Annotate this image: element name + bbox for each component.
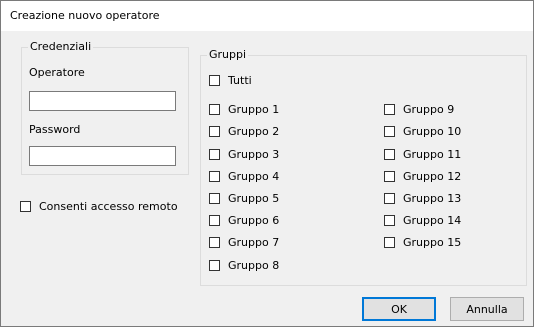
groups-legend: Gruppi: [207, 48, 249, 61]
checkbox-box[interactable]: [384, 215, 395, 226]
checkbox-label: Gruppo 11: [403, 148, 462, 161]
checkbox-label: Gruppo 10: [403, 125, 462, 138]
checkbox-box[interactable]: [384, 171, 395, 182]
cancel-button[interactable]: Annulla: [450, 297, 524, 321]
checkbox-tutti[interactable]: Tutti: [209, 74, 252, 87]
checkbox-gruppo-8[interactable]: Gruppo 8: [209, 259, 279, 272]
remote-access-label: Consenti accesso remoto: [39, 200, 178, 213]
checkbox-label: Gruppo 3: [228, 148, 280, 161]
password-input[interactable]: [29, 146, 176, 166]
checkbox-tutti-box[interactable]: [209, 75, 220, 86]
checkbox-label: Gruppo 9: [403, 103, 455, 116]
checkbox-label: Gruppo 8: [228, 259, 280, 272]
checkbox-box[interactable]: [384, 104, 395, 115]
checkbox-label: Gruppo 15: [403, 236, 462, 249]
checkbox-gruppo-2[interactable]: Gruppo 2: [209, 125, 279, 138]
checkbox-label: Gruppo 4: [228, 170, 280, 183]
checkbox-box[interactable]: [384, 193, 395, 204]
checkbox-gruppo-6[interactable]: Gruppo 6: [209, 214, 279, 227]
remote-access-checkbox[interactable]: Consenti accesso remoto: [20, 200, 178, 213]
password-label: Password: [29, 123, 81, 136]
operator-input[interactable]: [29, 91, 176, 111]
checkbox-box[interactable]: [209, 215, 220, 226]
operator-label: Operatore: [29, 66, 85, 79]
checkbox-label: Gruppo 6: [228, 214, 280, 227]
checkbox-gruppo-14[interactable]: Gruppo 14: [384, 214, 461, 227]
window-title: Creazione nuovo operatore: [10, 9, 160, 22]
credentials-group: Credenziali Operatore Password: [21, 40, 189, 175]
checkbox-gruppo-7[interactable]: Gruppo 7: [209, 236, 279, 249]
checkbox-gruppo-11[interactable]: Gruppo 11: [384, 148, 461, 161]
checkbox-box[interactable]: [209, 126, 220, 137]
credentials-legend: Credenziali: [28, 40, 94, 53]
checkbox-label: Gruppo 2: [228, 125, 280, 138]
checkbox-label: Gruppo 7: [228, 236, 280, 249]
checkbox-gruppo-10[interactable]: Gruppo 10: [384, 125, 461, 138]
checkbox-box[interactable]: [384, 126, 395, 137]
checkbox-box[interactable]: [209, 149, 220, 160]
checkbox-gruppo-4[interactable]: Gruppo 4: [209, 170, 279, 183]
checkbox-label: Gruppo 5: [228, 192, 280, 205]
checkbox-box[interactable]: [384, 149, 395, 160]
ok-button[interactable]: OK: [362, 297, 436, 321]
title-bar: Creazione nuovo operatore: [1, 1, 533, 31]
remote-access-checkbox-box[interactable]: [20, 201, 31, 212]
checkbox-box[interactable]: [209, 237, 220, 248]
checkbox-gruppo-3[interactable]: Gruppo 3: [209, 148, 279, 161]
dialog-window: Creazione nuovo operatore Credenziali Op…: [0, 0, 534, 327]
checkbox-tutti-label: Tutti: [228, 74, 252, 87]
checkbox-box[interactable]: [209, 104, 220, 115]
checkbox-gruppo-5[interactable]: Gruppo 5: [209, 192, 279, 205]
checkbox-gruppo-15[interactable]: Gruppo 15: [384, 236, 461, 249]
checkbox-gruppo-12[interactable]: Gruppo 12: [384, 170, 461, 183]
checkbox-label: Gruppo 14: [403, 214, 462, 227]
checkbox-gruppo-9[interactable]: Gruppo 9: [384, 103, 454, 116]
checkbox-box[interactable]: [384, 237, 395, 248]
checkbox-box[interactable]: [209, 260, 220, 271]
checkbox-box[interactable]: [209, 171, 220, 182]
checkbox-gruppo-13[interactable]: Gruppo 13: [384, 192, 461, 205]
checkbox-gruppo-1[interactable]: Gruppo 1: [209, 103, 279, 116]
checkbox-label: Gruppo 13: [403, 192, 462, 205]
checkbox-box[interactable]: [209, 193, 220, 204]
checkbox-label: Gruppo 1: [228, 103, 280, 116]
checkbox-label: Gruppo 12: [403, 170, 462, 183]
